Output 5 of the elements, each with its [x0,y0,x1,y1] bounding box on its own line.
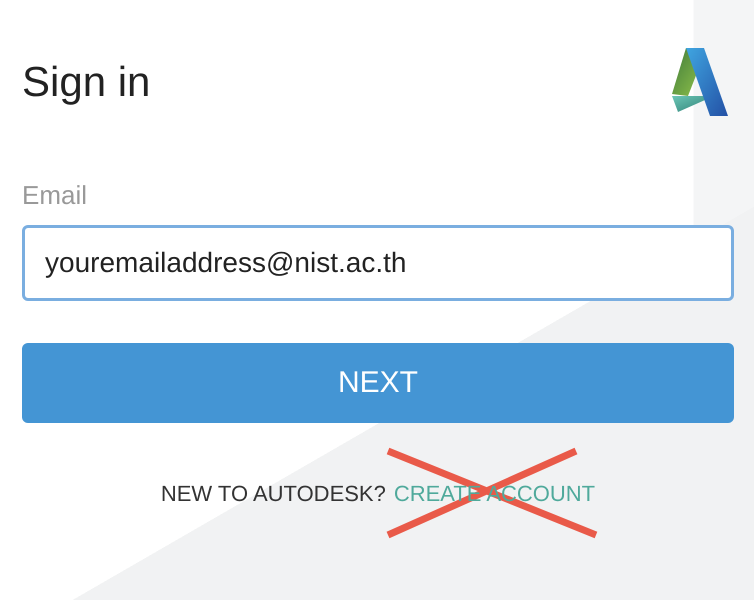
signup-prompt: NEW TO AUTODESK? [160,481,386,507]
page-title: Sign in [22,58,150,106]
email-label: Email [22,180,88,211]
next-button[interactable]: NEXT [22,343,734,423]
email-field[interactable]: youremailaddress@nist.ac.th [22,225,734,301]
